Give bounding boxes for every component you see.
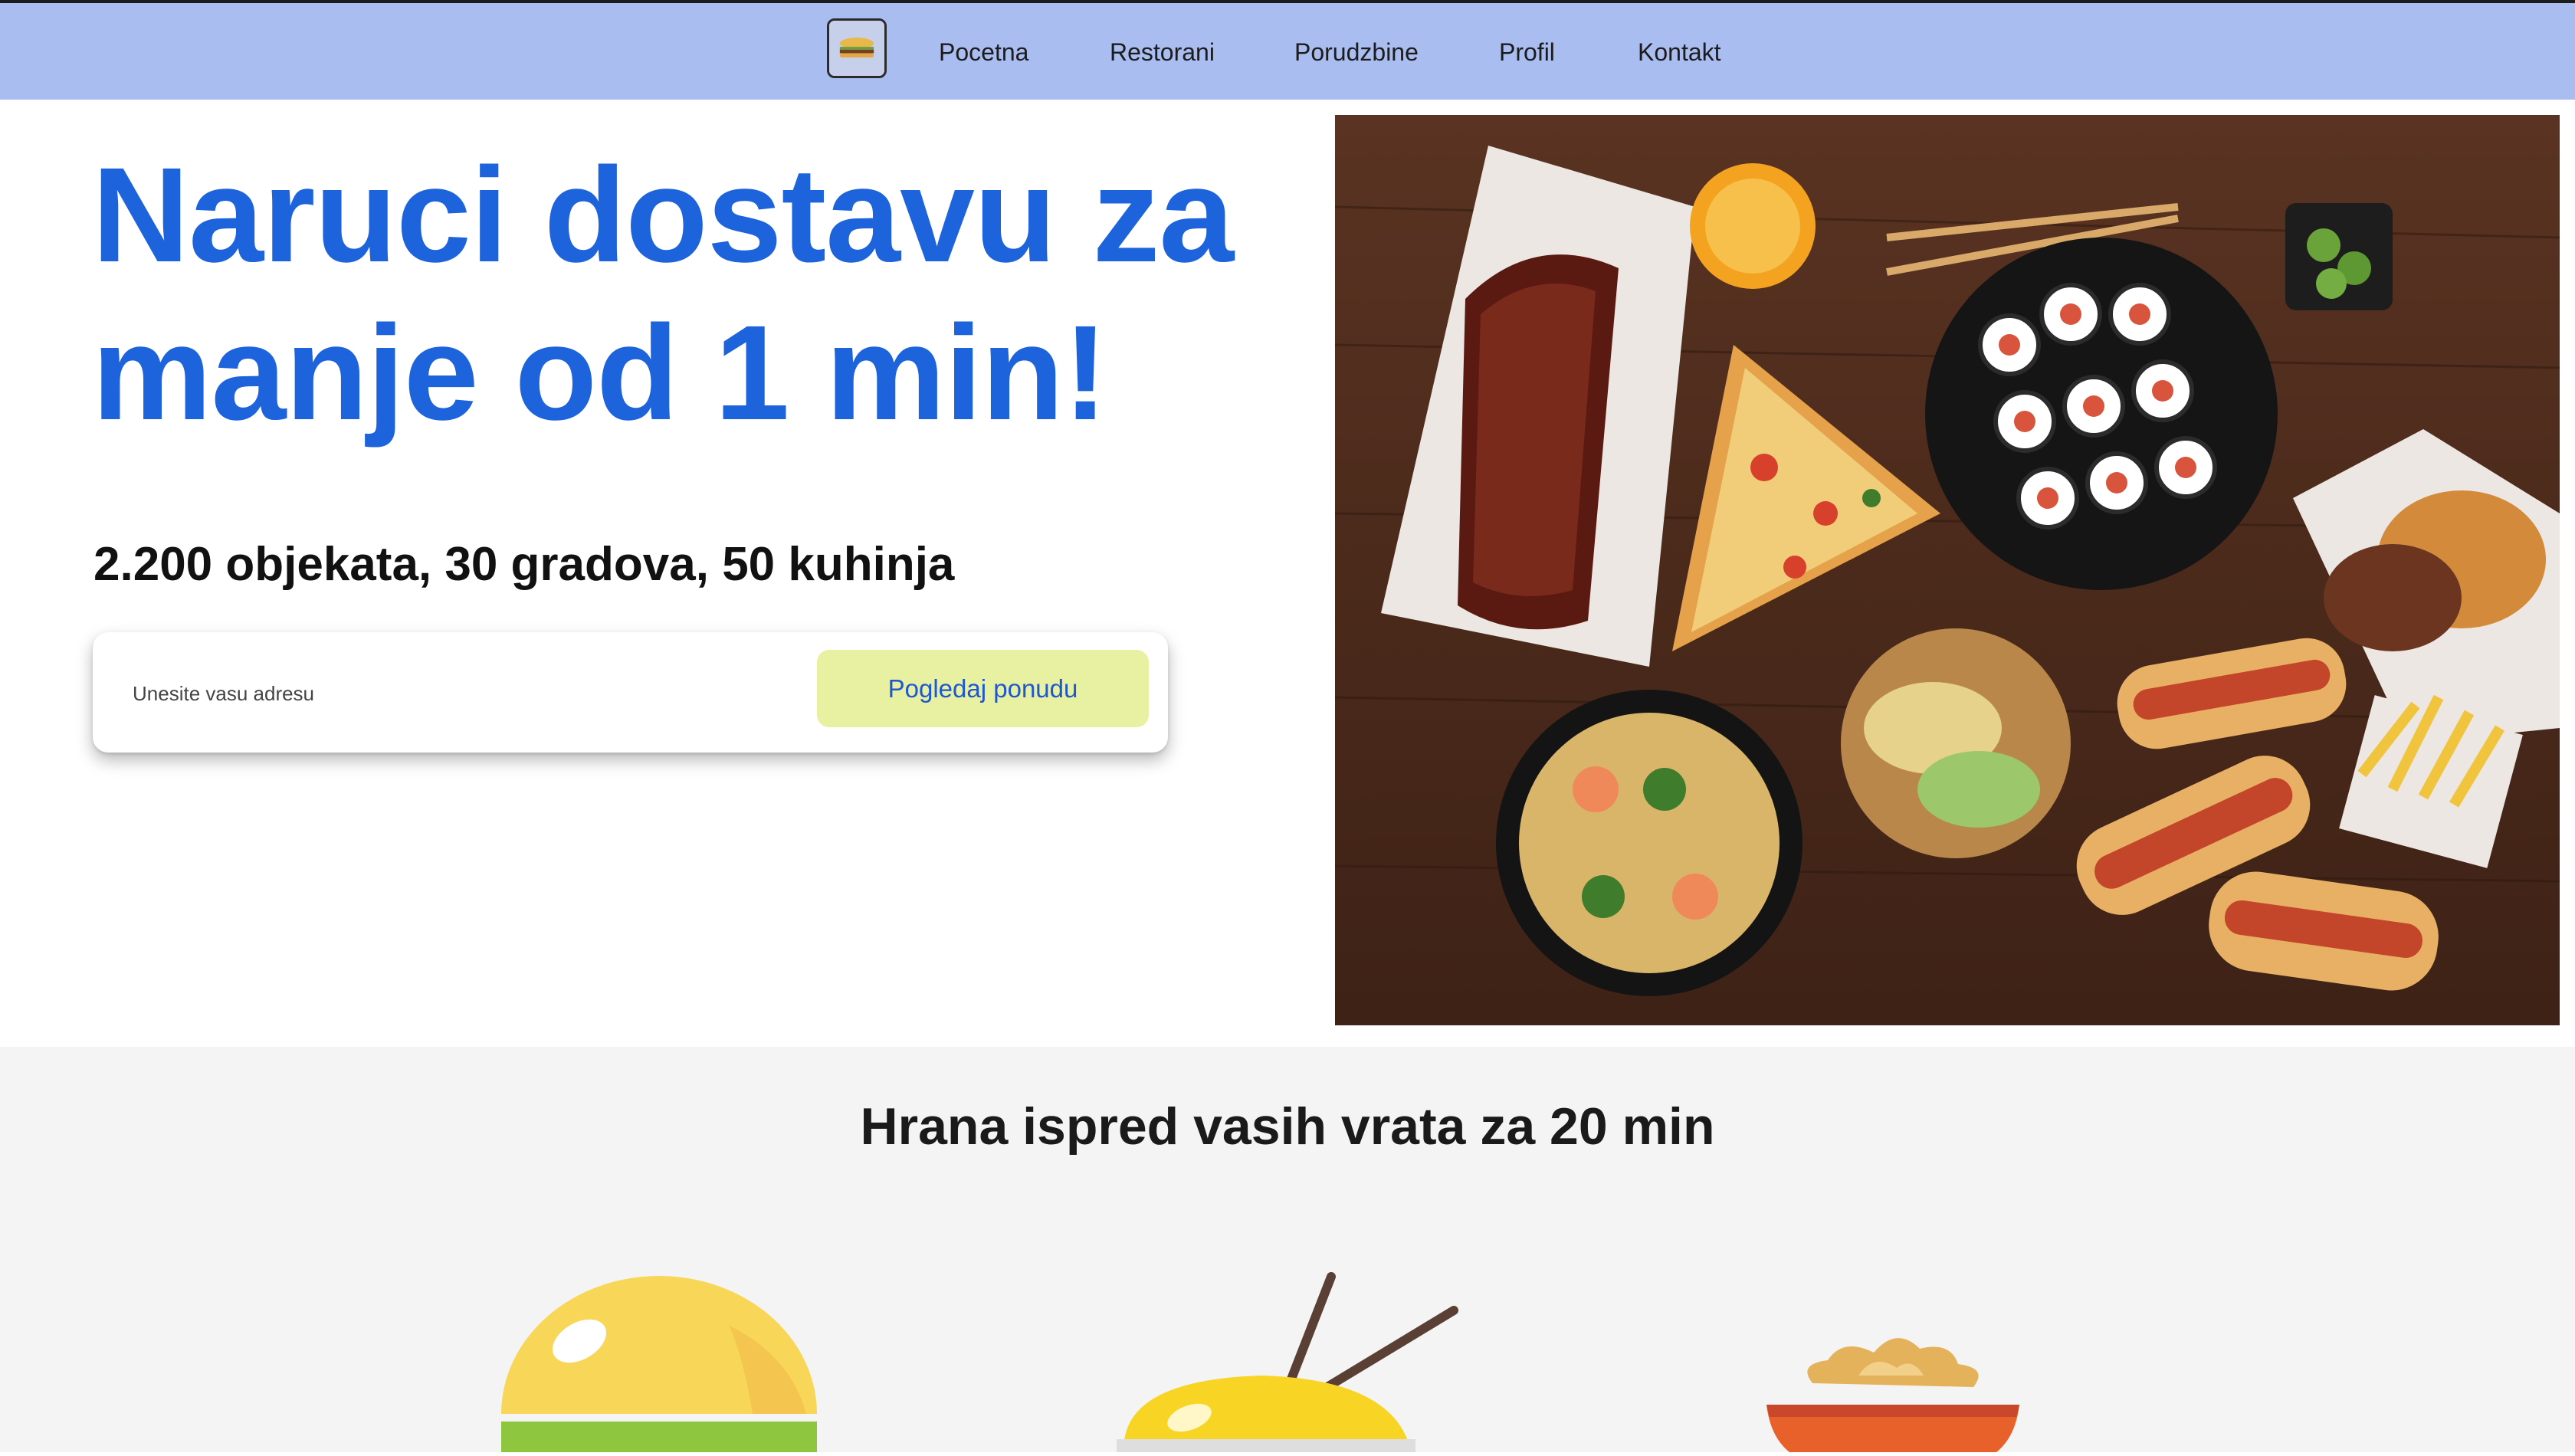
nav-link-pocetna[interactable]: Pocetna — [939, 37, 1028, 67]
hero-headline: Naruci dostavu za manje od 1 min! — [92, 140, 1234, 448]
soup-bowl-icon — [1766, 1322, 2019, 1452]
view-offer-button[interactable]: Pogledaj ponudu — [817, 650, 1149, 727]
burger-logo-icon[interactable] — [827, 18, 887, 78]
nav-link-profil[interactable]: Profil — [1499, 37, 1555, 67]
food-spread-image — [1335, 115, 2560, 1025]
nav-link-restorani[interactable]: Restorani — [1110, 37, 1215, 67]
address-search-card: Pogledaj ponudu — [93, 632, 1168, 753]
burger-icon — [500, 1272, 818, 1452]
nav-link-kontakt[interactable]: Kontakt — [1638, 37, 1721, 67]
address-input[interactable] — [131, 666, 824, 721]
top-navbar: Pocetna Restorani Porudzbine Profil Kont… — [0, 3, 2575, 100]
section-title: Hrana ispred vasih vrata za 20 min — [860, 1097, 1715, 1156]
noodle-bowl-icon — [1117, 1272, 1460, 1452]
nav-link-porudzbine[interactable]: Porudzbine — [1294, 37, 1419, 67]
hero-subline: 2.200 objekata, 30 gradova, 50 kuhinja — [93, 538, 955, 591]
